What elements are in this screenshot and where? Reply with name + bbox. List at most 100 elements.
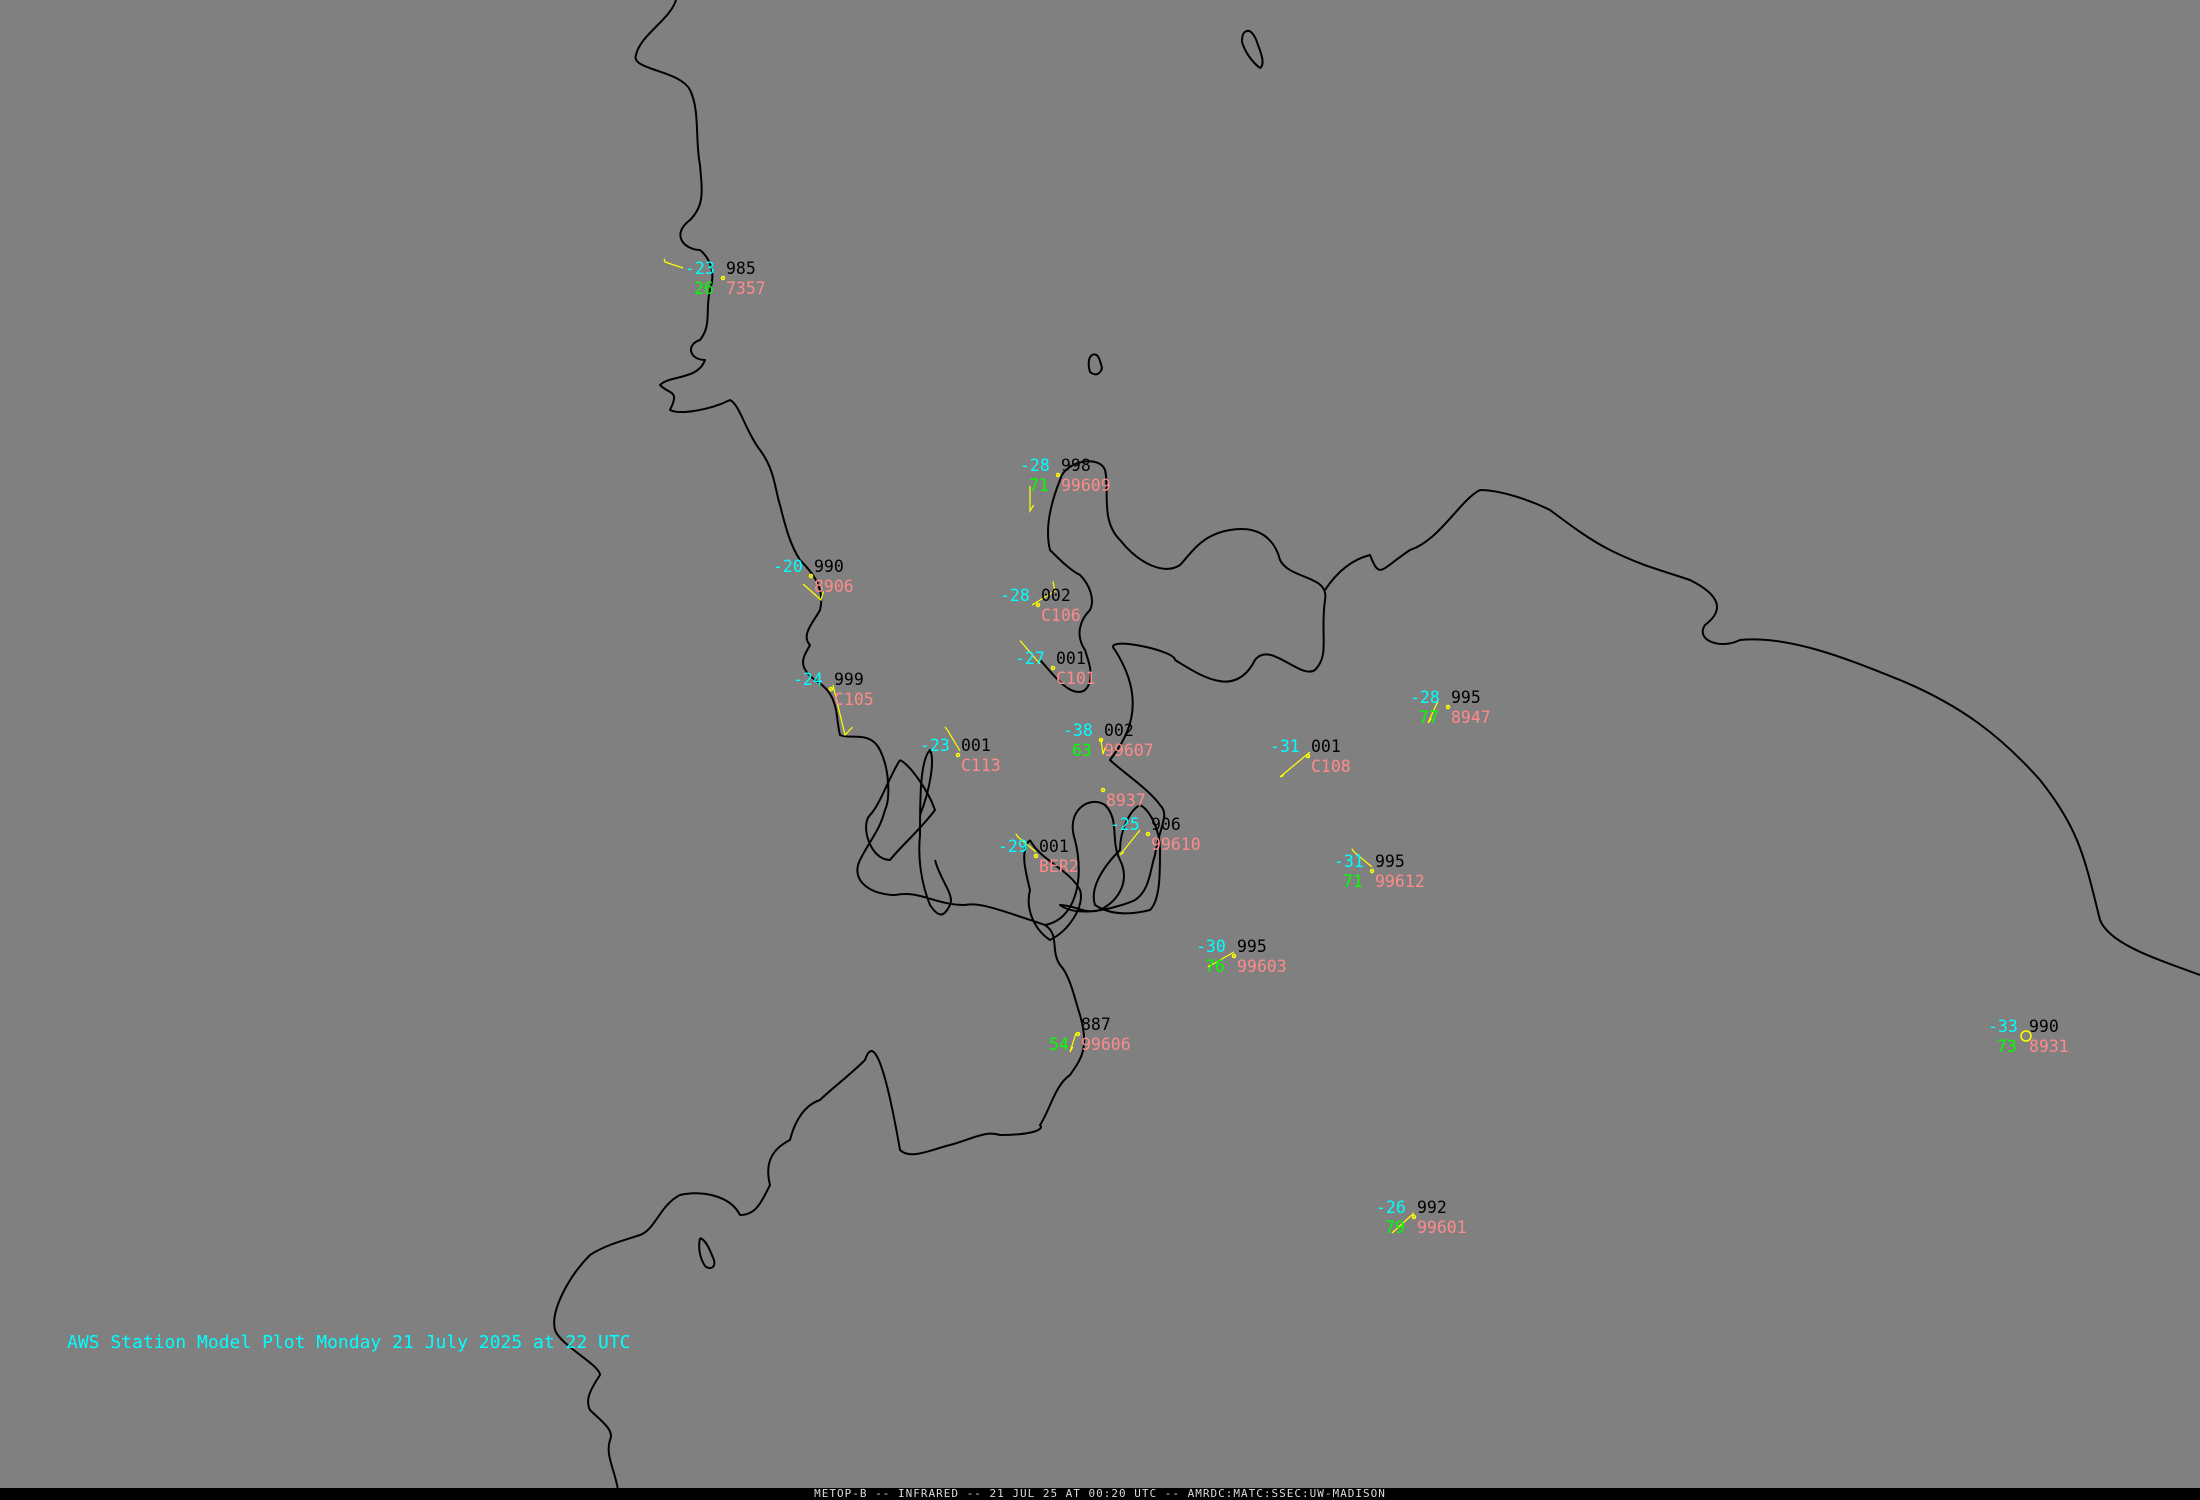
station-temperature: -28: [1000, 586, 1030, 605]
station-id: C108: [1311, 757, 1351, 776]
station-id: 99612: [1375, 872, 1425, 891]
station-id: 99610: [1151, 835, 1201, 854]
station-humidity: 76: [1205, 957, 1225, 976]
station-id: BER2: [1039, 857, 1079, 876]
station-humidity: 63: [1072, 741, 1092, 760]
station-model[interactable]: -28 002C106: [1000, 581, 1081, 625]
station-humidity: 73: [1997, 1037, 2017, 1056]
station-temperature: -30: [1196, 937, 1226, 956]
station-model[interactable]: -20 9908906: [773, 557, 854, 602]
station-marker-icon: [808, 573, 814, 579]
map-svg: -23 98526 7357-28 99871 99609-20 9908906 -28 00…: [553, 0, 2200, 1500]
station-marker-icon: [1145, 831, 1151, 837]
station-marker-icon: [1445, 704, 1451, 710]
station-model[interactable]: 887 54 99606: [1049, 1015, 1131, 1054]
island-west: [698, 1237, 716, 1269]
station-id: C113: [961, 756, 1001, 775]
island-north: [1241, 29, 1264, 69]
wind-barb-icon: [663, 258, 684, 269]
inlet-peninsula-b: [918, 749, 952, 916]
station-temperature: -27: [1015, 649, 1045, 668]
plot-title: AWS Station Model Plot Monday 21 July 20…: [67, 1332, 631, 1353]
station-pressure: 992: [1417, 1198, 1447, 1217]
station-model[interactable]: -28 998 71 99609: [1020, 456, 1111, 514]
station-temperature: -38: [1063, 721, 1093, 740]
station-model[interactable]: -26 992 79 99601: [1376, 1198, 1467, 1237]
wind-barb-icon: [1069, 1032, 1077, 1053]
station-marker-icon: [1035, 602, 1041, 608]
station-temperature: -24: [793, 670, 823, 689]
inlet-peninsula-a: [865, 759, 936, 861]
station-marker-icon: [1100, 787, 1106, 793]
station-id: 7357: [726, 279, 766, 298]
station-humidity: 71: [1029, 476, 1049, 495]
station-temperature: -25: [1110, 815, 1140, 834]
map-canvas: -23 985 26 7357 -28 998 71 99609 -20 990 8906 -28 00…: [0, 0, 2200, 1500]
station-pressure: 995: [1375, 852, 1405, 871]
station-temperature: -20: [773, 557, 803, 576]
station-marker-icon: [1055, 472, 1061, 478]
station-pressure: 999: [834, 670, 864, 689]
station-pressure: 001: [961, 736, 991, 755]
station-id: 8937: [1106, 791, 1146, 810]
station-id: 8947: [1451, 708, 1491, 727]
station-pressure: 001: [1039, 837, 1069, 856]
station-marker-icon: [720, 275, 726, 281]
station-id: C105: [834, 690, 874, 709]
station-pressure: 887: [1081, 1015, 1111, 1034]
station-model[interactable]: -28 995 77 8947: [1410, 688, 1491, 727]
station-pressure: 995: [1451, 688, 1481, 707]
station-pressure: 998: [1061, 456, 1091, 475]
station-model[interactable]: -31 001C108: [1270, 737, 1351, 778]
station-temperature: -33: [1988, 1017, 2018, 1036]
station-pressure: 001: [1056, 649, 1086, 668]
station-temperature: -31: [1334, 852, 1364, 871]
station-marker-icon: [1369, 868, 1375, 874]
station-temperature: -23: [920, 736, 950, 755]
station-model[interactable]: -24 999C105: [793, 670, 874, 737]
station-id: 99607: [1104, 741, 1154, 760]
coastline-west: [553, 0, 1086, 1500]
station-model[interactable]: 8937: [1100, 787, 1146, 811]
station-pressure: 990: [2029, 1017, 2059, 1036]
station-pressure: 002: [1104, 721, 1134, 740]
station-model[interactable]: -38 002 63 99607: [1063, 721, 1154, 760]
footer-caption: METOP-B -- INFRARED -- 21 JUL 25 AT 00:2…: [814, 1487, 1386, 1500]
coastline-east-shelf: [1324, 489, 2200, 976]
station-marker-icon: [1411, 1214, 1417, 1220]
station-model[interactable]: -29 001BER2: [998, 833, 1079, 876]
station-model[interactable]: -30 995 76 99603: [1196, 937, 1287, 976]
stations-layer: -23 98526 7357-28 99871 99609-20 9908906 -28 00…: [663, 258, 2069, 1237]
station-id: 99609: [1061, 476, 1111, 495]
station-temperature: -23: [685, 259, 715, 278]
station-model[interactable]: -33 990 73 8931: [1988, 1017, 2069, 1056]
station-pressure: 995: [1237, 937, 1267, 956]
station-marker-icon: [1075, 1031, 1081, 1037]
station-marker-icon: [1231, 953, 1237, 959]
station-marker-icon: [828, 686, 834, 692]
station-id: 99606: [1081, 1035, 1131, 1054]
station-id: 99601: [1417, 1218, 1467, 1237]
station-model[interactable]: -25 90699610: [1110, 815, 1201, 856]
island-small: [1087, 353, 1103, 376]
station-humidity: 26: [694, 279, 714, 298]
station-pressure: 001: [1311, 737, 1341, 756]
station-marker-icon: [1050, 665, 1056, 671]
station-id: C106: [1041, 606, 1081, 625]
station-humidity: 71: [1343, 872, 1363, 891]
station-temperature: -26: [1376, 1198, 1406, 1217]
station-model[interactable]: -31 995 71 99612: [1334, 848, 1425, 891]
station-pressure: 906: [1151, 815, 1181, 834]
station-id: 8931: [2029, 1037, 2069, 1056]
station-id: C101: [1056, 669, 1096, 688]
coastline-layer: [553, 0, 2200, 1500]
coastline-east: [1039, 460, 1327, 926]
station-temperature: -31: [1270, 737, 1300, 756]
station-humidity: 77: [1419, 708, 1439, 727]
station-humidity: 79: [1385, 1218, 1405, 1237]
station-temperature: -29: [998, 837, 1028, 856]
station-pressure: 985: [726, 259, 756, 278]
station-temperature: -28: [1410, 688, 1440, 707]
station-model[interactable]: -23 985 26 7357: [663, 258, 766, 298]
station-temperature: -28: [1020, 456, 1050, 475]
